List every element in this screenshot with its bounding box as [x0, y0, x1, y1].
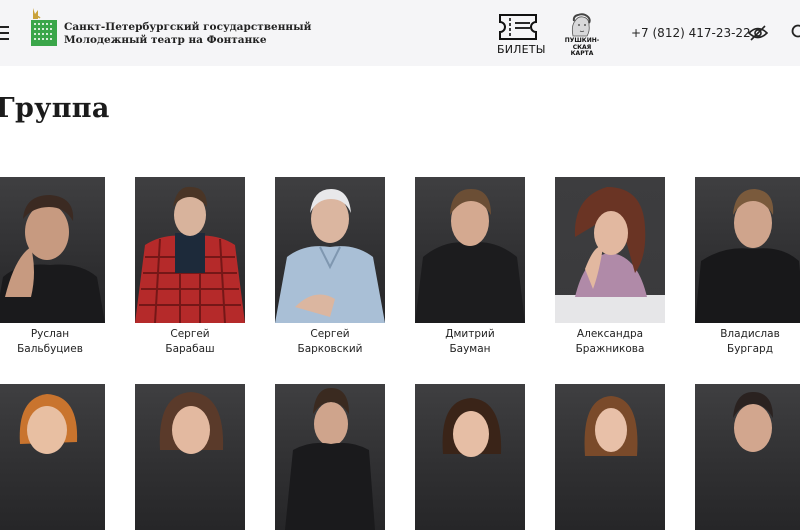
actor-photo[interactable]	[695, 384, 800, 530]
actor-card[interactable]: Руслан Бальбуциев	[0, 177, 105, 357]
site-header: Санкт-Петербургский государственный Моло…	[0, 0, 800, 66]
actor-portrait-image	[555, 384, 665, 530]
actor-portrait-image	[695, 177, 800, 323]
phone-link[interactable]: +7 (812) 417-23-22	[631, 26, 751, 40]
actor-portrait-image	[135, 177, 245, 323]
actor-photo[interactable]	[0, 384, 105, 530]
actor-last-name: Бургард	[695, 342, 800, 357]
actor-first-name: Сергей	[135, 327, 245, 342]
menu-icon[interactable]	[0, 26, 9, 40]
actor-name[interactable]: Дмитрий Бауман	[415, 327, 525, 357]
actor-card[interactable]	[695, 384, 800, 530]
actor-portrait-image	[135, 384, 245, 530]
actor-name[interactable]: Сергей Барковский	[275, 327, 385, 357]
actor-last-name: Бальбуциев	[0, 342, 105, 357]
actor-photo[interactable]	[275, 384, 385, 530]
actor-photo[interactable]	[135, 384, 245, 530]
actor-portrait-image	[0, 177, 105, 323]
actor-card[interactable]: Владислав Бургард	[695, 177, 800, 357]
theatre-logo-icon[interactable]	[29, 6, 59, 48]
actor-photo[interactable]	[415, 384, 525, 530]
actor-name[interactable]: Сергей Барабаш	[135, 327, 245, 357]
actor-card[interactable]	[555, 384, 665, 530]
actor-first-name: Александра	[555, 327, 665, 342]
actor-portrait-image	[415, 177, 525, 323]
actor-card[interactable]	[415, 384, 525, 530]
actor-portrait-image	[555, 177, 665, 323]
actor-card[interactable]	[135, 384, 245, 530]
actor-card[interactable]	[0, 384, 105, 530]
page-title: Группа	[0, 93, 110, 124]
actor-first-name: Сергей	[275, 327, 385, 342]
actor-portrait-image	[695, 384, 800, 530]
actor-portrait-image	[275, 384, 385, 530]
actor-photo[interactable]	[275, 177, 385, 323]
actor-first-name: Руслан	[0, 327, 105, 342]
pushkin-card-line3: КАРТА	[563, 51, 601, 58]
actor-name[interactable]: Александра Бражникова	[555, 327, 665, 357]
ticket-icon	[498, 13, 538, 41]
tickets-button[interactable]: БИЛЕТЫ	[497, 13, 539, 57]
actor-first-name: Дмитрий	[415, 327, 525, 342]
actor-card[interactable]	[275, 384, 385, 530]
eye-off-icon[interactable]	[748, 24, 768, 42]
tickets-label: БИЛЕТЫ	[497, 43, 539, 56]
actor-card[interactable]: Александра Бражникова	[555, 177, 665, 357]
theatre-name-line2: Молодежный театр на Фонтанке	[64, 34, 294, 47]
actor-photo[interactable]	[695, 177, 800, 323]
pushkin-card-label: ПУШКИН- СКАЯ КАРТА	[563, 38, 601, 58]
actor-card[interactable]: Дмитрий Бауман	[415, 177, 525, 357]
actor-last-name: Барковский	[275, 342, 385, 357]
search-icon[interactable]	[790, 24, 800, 40]
actor-portrait-image	[415, 384, 525, 530]
actor-last-name: Барабаш	[135, 342, 245, 357]
theatre-name-line1: Санкт-Петербургский государственный	[64, 21, 294, 34]
actor-name[interactable]: Владислав Бургард	[695, 327, 800, 357]
actor-photo[interactable]	[0, 177, 105, 323]
actor-photo[interactable]	[135, 177, 245, 323]
actor-portrait-image	[275, 177, 385, 323]
actor-last-name: Бражникова	[555, 342, 665, 357]
actor-portrait-image	[0, 384, 105, 530]
pushkin-card-button[interactable]: ПУШКИН- СКАЯ КАРТА	[561, 12, 601, 56]
actor-photo[interactable]	[555, 384, 665, 530]
actor-last-name: Бауман	[415, 342, 525, 357]
actor-first-name: Владислав	[695, 327, 800, 342]
actor-name[interactable]: Руслан Бальбуциев	[0, 327, 105, 357]
pushkin-card-icon	[561, 12, 601, 38]
theatre-name[interactable]: Санкт-Петербургский государственный Моло…	[64, 21, 294, 47]
actor-card[interactable]: Сергей Барабаш	[135, 177, 245, 357]
actor-photo[interactable]	[415, 177, 525, 323]
actor-card[interactable]: Сергей Барковский	[275, 177, 385, 357]
actor-photo[interactable]	[555, 177, 665, 323]
